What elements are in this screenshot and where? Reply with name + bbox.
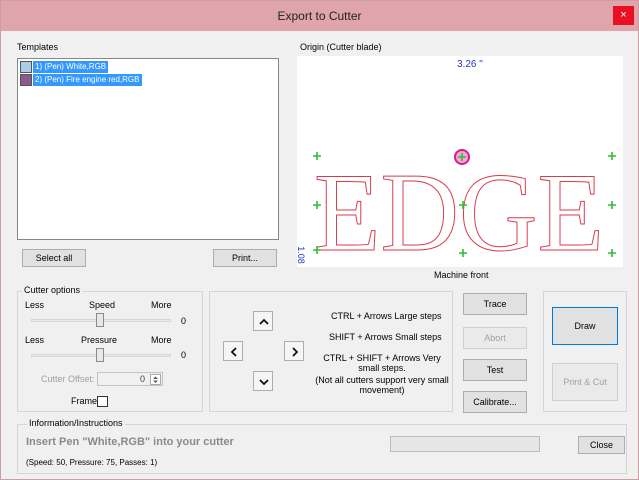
templates-list[interactable]: 1) (Pen) White,RGB 2) (Pen) Fire engine … — [17, 58, 279, 240]
select-all-button[interactable]: Select all — [22, 249, 86, 267]
origin-label: Origin (Cutter blade) — [300, 42, 382, 52]
templates-label: Templates — [17, 42, 59, 52]
template-item-2[interactable]: 2) (Pen) Fire engine red,RGB — [20, 74, 220, 86]
template-item-label: 1) (Pen) White,RGB — [33, 61, 109, 73]
spinner-arrows-icon[interactable] — [150, 374, 161, 385]
close-window-icon[interactable]: × — [613, 6, 634, 25]
calibrate-button[interactable]: Calibrate... — [463, 391, 527, 413]
window-title: Export to Cutter — [277, 9, 362, 23]
large-steps-hint: CTRL + Arrows Large steps — [331, 311, 442, 321]
blade-origin-icon[interactable] — [454, 149, 470, 165]
pressure-slider-thumb[interactable] — [96, 348, 104, 362]
move-right-button[interactable] — [284, 341, 304, 361]
instruction-text: Insert Pen "White,RGB" into your cutter — [26, 436, 234, 448]
machine-front-label: Machine front — [434, 270, 489, 280]
cutter-offset-spinner[interactable]: 0 — [97, 372, 163, 386]
pressure-less-label: Less — [25, 335, 45, 345]
template-color-swatch — [20, 61, 32, 73]
cutter-offset-value: 0 — [139, 374, 145, 384]
speed-slider-thumb[interactable] — [96, 313, 104, 327]
pressure-more-label: More — [151, 335, 172, 345]
very-small-steps-hint: CTRL + SHIFT + Arrows Very small steps. — [323, 353, 441, 373]
draw-button[interactable]: Draw — [552, 307, 618, 345]
title-bar[interactable]: Export to Cutter × — [1, 1, 638, 31]
cutter-options-label: Cutter options — [22, 285, 83, 295]
print-and-cut-button[interactable]: Print & Cut — [552, 363, 618, 401]
template-color-swatch — [20, 74, 32, 86]
speed-value: 0 — [181, 316, 187, 326]
template-item-1[interactable]: 1) (Pen) White,RGB — [20, 61, 220, 73]
pressure-label: Pressure — [81, 335, 118, 345]
speed-label: Speed — [89, 300, 116, 310]
chevron-up-icon — [259, 318, 269, 325]
frame-checkbox[interactable] — [97, 396, 108, 407]
instruction-details: (Speed: 50, Pressure: 75, Passes: 1) — [26, 458, 158, 467]
chevron-down-icon — [259, 379, 269, 386]
close-button[interactable]: Close — [578, 436, 625, 454]
cut-preview-canvas[interactable]: 3.26 " 1.08 EDGE Machine front — [296, 56, 623, 280]
progress-bar — [390, 436, 540, 452]
design-outline-text: EDGE — [314, 151, 604, 267]
speed-more-label: More — [151, 300, 172, 310]
pressure-value: 0 — [181, 350, 187, 360]
information-label: Information/Instructions — [27, 418, 125, 428]
abort-button[interactable]: Abort — [463, 327, 527, 349]
speed-less-label: Less — [25, 300, 45, 310]
test-button[interactable]: Test — [463, 359, 527, 381]
trace-button[interactable]: Trace — [463, 293, 527, 315]
chevron-right-icon — [292, 347, 299, 357]
cutter-support-note: (Not all cutters support very small move… — [315, 375, 449, 395]
cutter-offset-label: Cutter Offset: — [41, 374, 95, 384]
print-button[interactable]: Print... — [213, 249, 277, 267]
move-down-button[interactable] — [253, 371, 273, 391]
template-item-label: 2) (Pen) Fire engine red,RGB — [33, 74, 142, 86]
small-steps-hint: SHIFT + Arrows Small steps — [329, 332, 442, 342]
chevron-left-icon — [230, 347, 237, 357]
move-up-button[interactable] — [253, 311, 273, 331]
move-left-button[interactable] — [223, 341, 243, 361]
frame-label: Frame — [71, 396, 98, 406]
export-to-cutter-dialog: Export to Cutter × Templates 1) (Pen) Wh… — [0, 0, 639, 480]
